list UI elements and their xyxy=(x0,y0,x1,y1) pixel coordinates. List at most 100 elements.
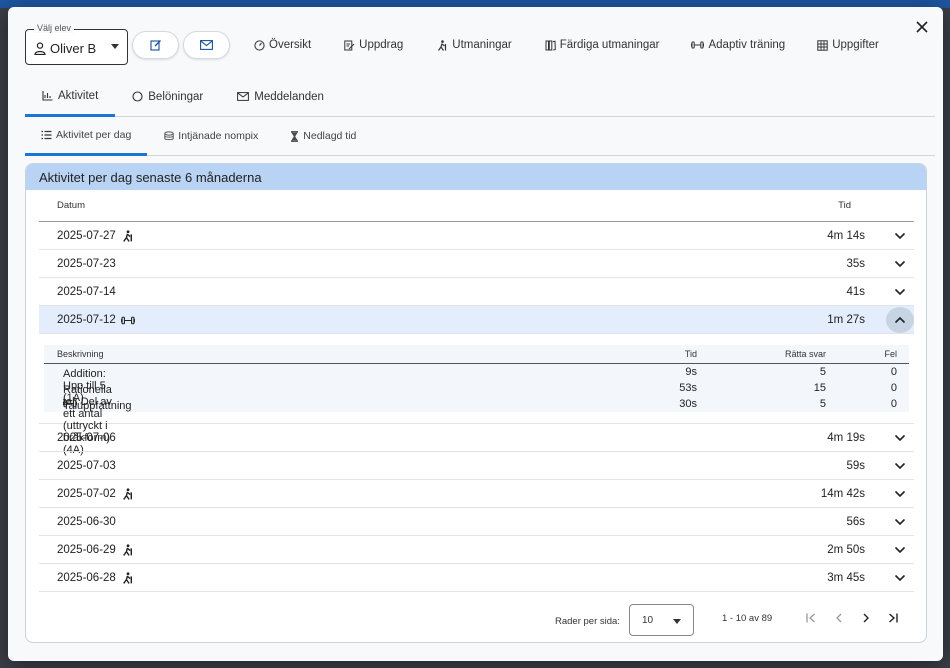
chevron-down-icon xyxy=(673,619,681,624)
row-date: 2025-07-27 xyxy=(57,230,116,242)
expand-row-button[interactable] xyxy=(886,453,914,479)
table-row[interactable]: 2025-07-27 4m 14s xyxy=(39,222,914,250)
row-time: 3m 45s xyxy=(827,572,865,584)
row-date-cell: 2025-07-02 xyxy=(57,488,134,500)
subtab-aktivitet-per-dag[interactable]: Aktivitet per dag xyxy=(25,117,148,156)
nav-label: Uppgifter xyxy=(832,39,879,51)
detail-correct: 5 xyxy=(819,398,826,410)
expand-row-button[interactable] xyxy=(886,425,914,451)
activity-card: Aktivitet per dag senaste 6 månaderna Da… xyxy=(25,163,927,643)
expand-row-button[interactable] xyxy=(886,251,914,277)
tab-aktivitet[interactable]: Aktivitet xyxy=(25,77,116,117)
col-datum: Datum xyxy=(57,200,85,211)
row-date-cell: 2025-06-28 xyxy=(57,572,134,584)
nav-fardiga-utmaningar[interactable]: Färdiga utmaningar xyxy=(545,39,660,51)
detail-header: Beskrivning Tid Rätta svar Fel xyxy=(44,345,909,364)
table-row[interactable]: 2025-06-28 3m 45s xyxy=(39,564,914,592)
chevron-down-icon xyxy=(894,546,906,554)
gauge-icon xyxy=(254,39,265,51)
row-time: 1m 27s xyxy=(827,314,865,326)
tab-meddelanden[interactable]: Meddelanden xyxy=(220,77,341,116)
nav-adaptiv-traning[interactable]: Adaptiv träning xyxy=(691,39,785,51)
student-select[interactable]: Välj elev Oliver B xyxy=(25,23,128,65)
row-date: 2025-07-03 xyxy=(57,460,116,472)
expand-row-button[interactable] xyxy=(886,481,914,507)
row-date: 2025-06-29 xyxy=(57,544,116,556)
collapse-row-button[interactable] xyxy=(886,307,914,333)
expand-row-button[interactable] xyxy=(886,565,914,591)
expand-row-button[interactable] xyxy=(886,279,914,305)
table-row[interactable]: 2025-07-02 14m 42s xyxy=(39,480,914,508)
list-icon xyxy=(41,130,52,140)
person-icon xyxy=(34,42,46,55)
table-row[interactable]: 2025-07-12 1m 27s xyxy=(39,306,914,334)
expand-row-button[interactable] xyxy=(886,537,914,563)
detail-desc: Taluppfattning xyxy=(63,400,132,412)
nav-oversikt[interactable]: Översikt xyxy=(254,39,311,51)
expand-row-button[interactable] xyxy=(886,223,914,249)
close-button[interactable] xyxy=(911,16,933,38)
row-time: 59s xyxy=(846,460,865,472)
chevron-down-icon xyxy=(894,574,906,582)
detail-time: 53s xyxy=(679,382,697,394)
edit-button[interactable] xyxy=(132,31,179,59)
nav-label: Översikt xyxy=(269,39,312,51)
row-time: 41s xyxy=(846,286,865,298)
subtab-intjanade-nompix[interactable]: Intjänade nompix xyxy=(147,117,274,155)
chevron-down-icon xyxy=(894,232,906,240)
page-range: 1 - 10 av 89 xyxy=(722,613,773,624)
detail-desc-cell: Taluppfattning xyxy=(63,398,132,412)
table-row[interactable]: 2025-07-06 4m 19s xyxy=(39,424,914,452)
table-row[interactable]: 2025-07-23 35s xyxy=(39,250,914,278)
hourglass-icon xyxy=(291,130,299,142)
table-row[interactable]: 2025-07-14 41s xyxy=(39,278,914,306)
expand-row-button[interactable] xyxy=(886,509,914,535)
row-time: 4m 14s xyxy=(827,230,865,242)
table-row[interactable]: 2025-06-29 2m 50s xyxy=(39,536,914,564)
last-page-button[interactable] xyxy=(882,607,904,629)
nav-utmaningar[interactable]: Utmaningar xyxy=(436,39,512,51)
chart-icon xyxy=(42,91,53,101)
nav-uppgifter[interactable]: Uppgifter xyxy=(817,39,879,51)
row-time: 56s xyxy=(846,516,865,528)
first-page-button[interactable] xyxy=(800,607,822,629)
chevron-up-icon xyxy=(894,316,906,324)
rows-per-page-select[interactable]: 10 xyxy=(629,604,694,636)
row-time: 14m 42s xyxy=(820,488,865,500)
chevron-down-icon xyxy=(894,462,906,470)
detail-time: 30s xyxy=(679,398,697,410)
subtab-nedlagd-tid[interactable]: Nedlagd tid xyxy=(274,117,372,155)
detail-row: Taluppfattning 30s 5 0 xyxy=(44,396,909,412)
nav-label: Uppdrag xyxy=(359,39,404,51)
chevron-right-icon xyxy=(863,613,869,623)
nav-uppdrag[interactable]: Uppdrag xyxy=(344,39,403,51)
dumbbell-icon xyxy=(691,41,705,49)
books-icon xyxy=(545,40,556,50)
chevron-down-icon xyxy=(894,490,906,498)
row-time: 4m 19s xyxy=(827,432,865,444)
hiking-icon xyxy=(122,488,132,500)
subtab-label: Nedlagd tid xyxy=(303,130,357,142)
edit-note-icon xyxy=(344,40,355,50)
edit-icon xyxy=(149,40,161,51)
col-tid: Tid xyxy=(684,349,697,359)
mail-icon xyxy=(237,92,250,101)
nav-label: Färdiga utmaningar xyxy=(559,39,660,51)
col-fel: Fel xyxy=(884,349,897,359)
previous-page-button[interactable] xyxy=(828,607,850,629)
last-page-icon xyxy=(889,613,898,623)
tab-beloningar[interactable]: Belöningar xyxy=(115,77,220,116)
table-row[interactable]: 2025-07-03 59s xyxy=(39,452,914,480)
hiking-icon xyxy=(438,39,447,51)
pagination: Rader per sida: 10 1 - 10 av 89 xyxy=(26,598,926,638)
row-date-cell: 2025-07-23 xyxy=(57,258,116,270)
subtab-label: Aktivitet per dag xyxy=(56,129,132,141)
next-page-button[interactable] xyxy=(855,607,877,629)
detail-wrong: 0 xyxy=(890,366,897,378)
dumbbell-icon xyxy=(120,316,135,324)
row-date: 2025-06-30 xyxy=(57,516,116,528)
hiking-icon xyxy=(122,544,132,556)
message-button[interactable] xyxy=(183,31,230,59)
first-page-icon xyxy=(806,613,815,623)
table-row[interactable]: 2025-06-30 56s xyxy=(39,508,914,536)
